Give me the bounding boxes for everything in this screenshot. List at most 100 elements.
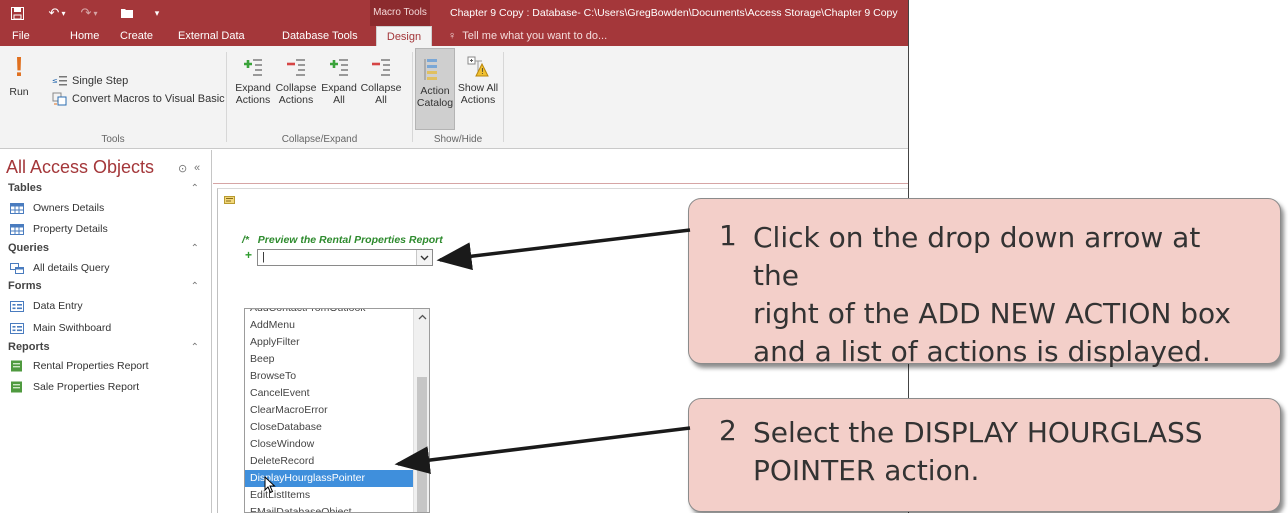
document-tab-strip <box>213 150 908 184</box>
title-bar: ↶ ▾ ↷ ▾ ▾ Macro Tools Chapter 9 Copy : Dat… <box>0 0 908 26</box>
list-item[interactable]: Beep <box>245 351 415 368</box>
form-icon <box>10 322 24 334</box>
expand-actions-button[interactable]: Expand Actions <box>233 56 273 106</box>
report-icon <box>11 381 22 393</box>
svg-text:!: ! <box>481 67 484 76</box>
tab-external-data[interactable]: External Data <box>172 26 251 46</box>
action-catalog-icon <box>424 59 437 80</box>
lightbulb-icon: ♀ <box>448 30 457 42</box>
list-item[interactable]: CloseDatabase <box>245 419 415 436</box>
tools-group-label: Tools <box>101 134 125 145</box>
expand-all-icon <box>330 59 348 76</box>
nav-section-queries[interactable]: Queries <box>8 242 49 254</box>
add-new-action-input[interactable]: | <box>262 251 265 263</box>
step-number: 2 <box>719 414 737 447</box>
collapse-actions-button[interactable]: Collapse Actions <box>275 56 317 106</box>
report-icon <box>11 360 22 372</box>
mouse-pointer-icon <box>264 476 276 494</box>
macro-pencil-icon <box>224 195 235 208</box>
collapse-expand-group: Expand Actions Collapse Actions Expand A… <box>227 50 412 148</box>
add-plus-icon: + <box>245 248 253 262</box>
list-item[interactable]: AddMenu <box>245 317 415 334</box>
list-item[interactable]: AddContactFromOutlook <box>245 309 415 317</box>
callout-step-1: 1 Click on the drop down arrow at the ri… <box>688 198 1281 368</box>
convert-macros-button[interactable]: Convert Macros to Visual Basic <box>52 90 225 108</box>
nav-section-reports[interactable]: Reports <box>8 341 50 353</box>
single-step-icon: ≤ <box>52 76 67 86</box>
chevron-up-icon[interactable]: ⌃ <box>191 243 199 254</box>
query-icon <box>10 262 24 274</box>
step-number: 1 <box>719 219 737 252</box>
redo-icon[interactable]: ↷ ▾ <box>76 4 102 22</box>
nav-menu-icon[interactable]: ⊙ <box>178 162 187 175</box>
nav-item-all-details-query[interactable]: All details Query <box>10 262 109 274</box>
undo-icon[interactable]: ↶ ▾ <box>44 4 70 22</box>
nav-section-tables[interactable]: Tables <box>8 182 42 194</box>
callout-step-2: 2 Select the DISPLAY HOURGLASS POINTER a… <box>688 398 1281 512</box>
expand-actions-icon <box>244 59 262 76</box>
macro-comment[interactable]: /* Preview the Rental Properties Report <box>242 234 443 246</box>
expand-all-button[interactable]: Expand All <box>319 56 359 106</box>
nav-item-owners-details[interactable]: Owners Details <box>10 202 104 214</box>
table-icon <box>10 202 24 214</box>
chevron-down-icon <box>420 255 429 260</box>
list-item[interactable]: DeleteRecord <box>245 453 415 470</box>
run-button[interactable]: ! Run <box>6 51 32 99</box>
tab-design[interactable]: Design <box>376 26 432 46</box>
chevron-up-icon[interactable]: ⌃ <box>191 342 199 353</box>
step-text: Select the DISPLAY HOURGLASS POINTER act… <box>753 416 1203 487</box>
show-hide-group: Action Catalog ! Show All Actions Show/H… <box>413 48 503 148</box>
tell-me-box[interactable]: ♀ Tell me what you want to do... <box>448 26 607 46</box>
list-item[interactable]: BrowseTo <box>245 368 415 385</box>
list-item[interactable]: ClearMacroError <box>245 402 415 419</box>
shutter-bar-icon[interactable]: « <box>194 162 200 174</box>
tab-create[interactable]: Create <box>114 26 159 46</box>
open-folder-icon[interactable] <box>118 4 136 22</box>
chevron-up-icon[interactable]: ⌃ <box>191 281 199 292</box>
scroll-up-icon[interactable] <box>414 309 429 325</box>
collapse-expand-group-label: Collapse/Expand <box>281 134 358 145</box>
window-title: Chapter 9 Copy : Database- C:\Users\Greg… <box>450 7 898 19</box>
exclamation-icon: ! <box>14 51 24 82</box>
list-item[interactable]: CloseWindow <box>245 436 415 453</box>
collapse-actions-icon <box>287 59 305 76</box>
nav-pane-title[interactable]: All Access Objects <box>6 157 154 178</box>
table-icon <box>10 223 24 235</box>
list-item[interactable]: EMailDatabaseObject <box>245 504 415 512</box>
convert-macro-icon <box>52 92 67 106</box>
collapse-all-button[interactable]: Collapse All <box>360 56 402 106</box>
show-all-actions-button[interactable]: ! Show All Actions <box>457 56 499 106</box>
chevron-up-icon[interactable]: ⌃ <box>191 183 199 194</box>
action-catalog-button[interactable]: Action Catalog <box>415 48 455 130</box>
nav-item-data-entry[interactable]: Data Entry <box>10 300 83 312</box>
collapse-all-icon <box>372 59 390 76</box>
scrollbar-thumb[interactable] <box>417 377 427 512</box>
nav-section-forms[interactable]: Forms <box>8 280 42 292</box>
combo-dropdown-arrow[interactable] <box>416 250 432 265</box>
tab-home[interactable]: Home <box>64 26 105 46</box>
group-divider <box>503 52 504 142</box>
step-text: Click on the drop down arrow at the righ… <box>753 221 1231 368</box>
nav-item-property-details[interactable]: Property Details <box>10 223 108 235</box>
tab-database-tools[interactable]: Database Tools <box>276 26 364 46</box>
nav-item-rental-properties-report[interactable]: Rental Properties Report <box>10 360 149 372</box>
nav-item-main-swithboard[interactable]: Main Swithboard <box>10 322 111 334</box>
save-icon[interactable] <box>8 4 26 22</box>
svg-text:≤: ≤ <box>52 77 58 85</box>
macro-tools-context-tab: Macro Tools <box>370 0 430 26</box>
customize-qat-icon[interactable]: ▾ <box>150 4 164 22</box>
nav-item-sale-properties-report[interactable]: Sale Properties Report <box>10 381 139 393</box>
list-item[interactable]: ApplyFilter <box>245 334 415 351</box>
show-hide-group-label: Show/Hide <box>433 134 483 145</box>
ribbon: ! Run ≤ Single Step Convert Macros to Vi… <box>0 46 908 149</box>
show-all-actions-icon: ! <box>467 56 489 77</box>
navigation-pane: All Access Objects ⊙ « Tables ⌃ Owners D… <box>0 150 212 513</box>
tab-file[interactable]: File <box>6 26 36 46</box>
single-step-button[interactable]: ≤ Single Step <box>52 72 128 90</box>
tools-group: ! Run ≤ Single Step Convert Macros to Vi… <box>0 50 226 148</box>
ribbon-tab-row: File Home Create External Data Database … <box>0 26 908 46</box>
add-new-action-combo[interactable]: | <box>257 249 433 266</box>
list-scrollbar[interactable] <box>413 309 429 512</box>
form-icon <box>10 300 24 312</box>
list-item[interactable]: CancelEvent <box>245 385 415 402</box>
